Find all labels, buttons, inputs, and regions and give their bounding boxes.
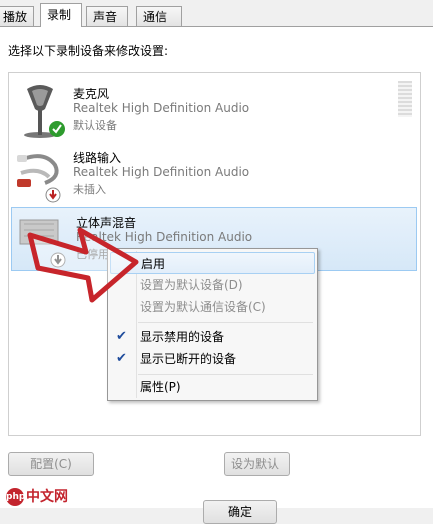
context-menu: 启用 设置为默认设备(D) 设置为默认通信设备(C) ✔ 显示禁用的设备 ✔ 显… <box>107 248 318 401</box>
menu-item-label: 启用 <box>141 257 166 271</box>
tab-sounds[interactable]: 声音 <box>86 6 128 26</box>
default-check-icon <box>49 121 65 137</box>
device-name: 麦克风 <box>73 87 110 101</box>
menu-item-label: 设置为默认通信设备(C) <box>140 300 266 314</box>
tab-communications[interactable]: 通信 <box>136 6 182 26</box>
menu-separator <box>138 374 313 375</box>
tab-recording[interactable]: 录制 <box>40 3 82 27</box>
tab-label: 通信 <box>143 10 168 24</box>
stereo-mix-icon <box>19 219 66 268</box>
menu-item-show-disabled[interactable]: ✔ 显示禁用的设备 <box>110 326 315 348</box>
tab-label: 声音 <box>93 10 118 24</box>
menu-item-set-default-comm[interactable]: 设置为默认通信设备(C) <box>110 296 315 318</box>
ok-button[interactable]: 确定 <box>203 500 277 524</box>
device-driver: Realtek High Definition Audio <box>73 165 250 179</box>
menu-item-label: 显示已断开的设备 <box>140 352 237 366</box>
device-microphone[interactable]: 麦克风 Realtek High Definition Audio 默认设备 <box>9 79 420 143</box>
unplugged-icon <box>45 187 61 203</box>
menu-separator <box>138 322 313 323</box>
configure-button[interactable]: 配置(C) <box>8 452 94 476</box>
set-default-button[interactable]: 设为默认 <box>224 452 290 476</box>
menu-item-properties[interactable]: 属性(P) <box>110 376 315 398</box>
menu-item-enable[interactable]: 启用 <box>110 252 315 274</box>
device-line-in[interactable]: 线路输入 Realtek High Definition Audio 未插入 <box>9 143 420 207</box>
device-driver: Realtek High Definition Audio <box>76 230 253 244</box>
watermark-text: 中文网 <box>26 489 68 505</box>
menu-item-label: 显示禁用的设备 <box>140 330 225 344</box>
tab-label: 录制 <box>47 8 72 22</box>
device-status: 已停用 <box>76 248 109 261</box>
disabled-icon <box>50 252 66 268</box>
tab-label: 播放 <box>3 10 28 24</box>
device-name: 立体声混音 <box>76 216 137 230</box>
device-status: 未插入 <box>73 183 106 196</box>
watermark: php中文网 <box>6 486 68 506</box>
device-name: 线路输入 <box>73 151 122 165</box>
line-in-cable-icon <box>17 154 61 203</box>
menu-item-set-default[interactable]: 设置为默认设备(D) <box>110 274 315 296</box>
device-driver: Realtek High Definition Audio <box>73 101 250 115</box>
menu-item-show-disconnected[interactable]: ✔ 显示已断开的设备 <box>110 348 315 370</box>
menu-item-label: 设置为默认设备(D) <box>140 278 243 292</box>
check-icon: ✔ <box>116 351 127 366</box>
tab-playback[interactable]: 播放 <box>0 6 34 26</box>
check-icon: ✔ <box>116 329 127 344</box>
tab-strip: 播放 录制 声音 通信 <box>0 0 433 27</box>
microphone-icon <box>24 85 65 138</box>
instruction-text: 选择以下录制设备来修改设置: <box>8 44 169 58</box>
php-logo-icon: php <box>6 488 25 506</box>
menu-item-label: 属性(P) <box>140 380 181 394</box>
device-status: 默认设备 <box>73 119 117 132</box>
